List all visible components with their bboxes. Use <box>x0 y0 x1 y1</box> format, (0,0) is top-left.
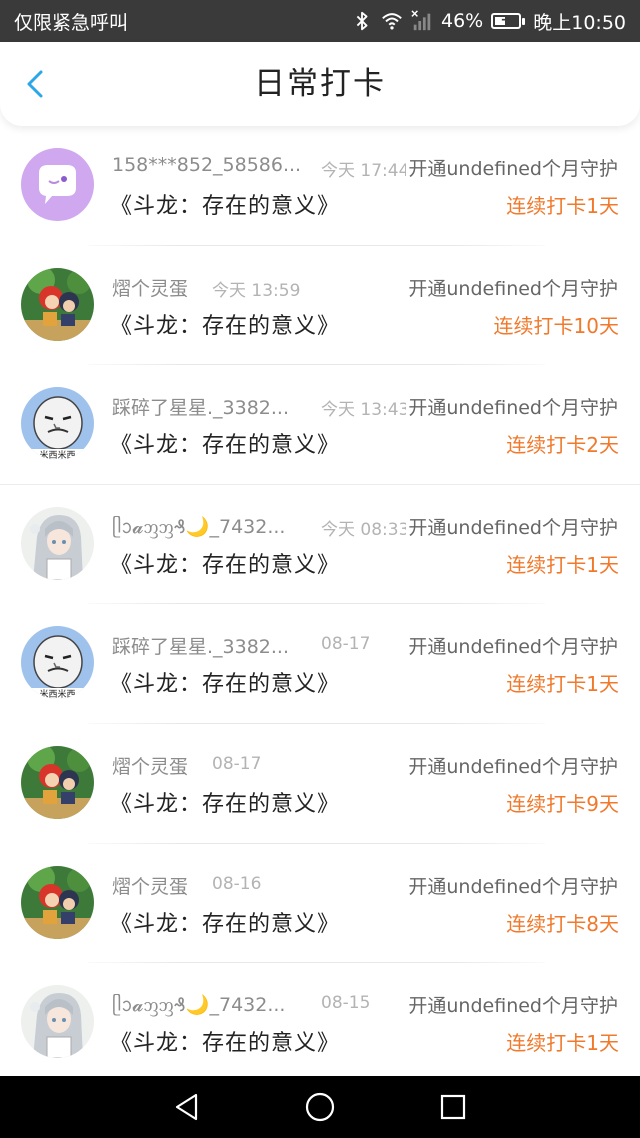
guard-status: 开通undefined个月守护 <box>406 991 618 1019</box>
streak-count: 连续打卡8天 <box>506 911 619 936</box>
home-circle-icon <box>305 1092 335 1122</box>
avatar[interactable] <box>21 267 94 341</box>
list-item[interactable]: 米西米西 踩碎了星星._3382... 08-17 开通undefined个月守… <box>0 604 640 724</box>
checkin-time: 今天 13:59 <box>212 280 300 301</box>
nav-home-button[interactable] <box>300 1087 340 1127</box>
svg-text:米西米西: 米西米西 <box>39 688 75 699</box>
avatar[interactable] <box>21 746 94 819</box>
avatar[interactable]: 米西米西 <box>21 626 94 700</box>
work-title[interactable]: 《斗龙：存在的意义》 <box>110 906 340 938</box>
list-item[interactable]: ᥫᩣ𝓪ᦀᦀ₰🌙_7432... 今天 08:33 开通undefined个月守护… <box>0 485 640 605</box>
streak-count: 连续打卡1天 <box>506 672 619 697</box>
streak-count: 连续打卡10天 <box>493 313 619 338</box>
clock: 晚上10:50 <box>533 11 626 34</box>
avatar[interactable]: 米西米西 <box>21 387 94 461</box>
app-screen: 仅限紧急呼叫 46% + 晚上10:50 日常打卡 158***852_5858… <box>0 0 640 1138</box>
user-name[interactable]: ᥫᩣ𝓪ᦀᦀ₰🌙_7432... <box>112 991 285 1021</box>
checkin-time: 08-17 <box>321 634 371 655</box>
guard-status: 开通undefined个月守护 <box>406 752 618 779</box>
anime-duo-avatar <box>21 865 94 939</box>
work-title[interactable]: 《斗龙：存在的意义》 <box>110 786 340 818</box>
work-title[interactable]: 《斗龙：存在的意义》 <box>110 427 340 459</box>
avatar[interactable] <box>21 985 94 1059</box>
guard-status: 开通undefined个月守护 <box>406 393 618 421</box>
nav-recents-button[interactable] <box>433 1087 473 1127</box>
meme-face-avatar: 米西米西 <box>21 387 94 461</box>
streak-count: 连续打卡1天 <box>506 194 619 218</box>
work-title[interactable]: 《斗龙：存在的意义》 <box>110 547 340 579</box>
work-title[interactable]: 《斗龙：存在的意义》 <box>110 308 340 340</box>
checkin-time: 08-17 <box>212 754 262 774</box>
work-title[interactable]: 《斗龙：存在的意义》 <box>110 1025 340 1057</box>
silver-hair-avatar <box>21 985 94 1059</box>
wifi-icon <box>382 13 402 30</box>
checkin-time: 今天 13:43 <box>321 400 409 421</box>
guard-status: 开通undefined个月守护 <box>406 512 618 540</box>
page-header: 日常打卡 <box>0 42 640 126</box>
avatar[interactable] <box>21 865 94 939</box>
purple-chat-avatar <box>21 148 94 221</box>
user-name[interactable]: ᥫᩣ𝓪ᦀᦀ₰🌙_7432... <box>112 513 285 543</box>
avatar[interactable] <box>21 506 94 580</box>
nav-back-button[interactable] <box>167 1087 207 1127</box>
meme-face-avatar: 米西米西 <box>21 626 94 700</box>
work-title[interactable]: 《斗龙：存在的意义》 <box>110 666 340 698</box>
svg-text:米西米西: 米西米西 <box>39 449 75 460</box>
user-name[interactable]: 熠个灵蛋 <box>112 752 188 779</box>
anime-duo-avatar <box>21 746 94 819</box>
recents-square-icon <box>441 1094 466 1120</box>
avatar[interactable] <box>21 148 94 221</box>
system-nav-bar <box>0 1076 640 1138</box>
guard-status: 开通undefined个月守护 <box>406 273 618 301</box>
streak-count: 连续打卡2天 <box>506 433 619 458</box>
checkin-list[interactable]: 158***852_58586... 今天 17:44 开通undefined个… <box>0 126 640 1076</box>
list-item[interactable]: 熠个灵蛋 08-16 开通undefined个月守护 《斗龙：存在的意义》 连续… <box>0 844 640 964</box>
user-name[interactable]: 熠个灵蛋 <box>112 872 188 899</box>
page-title: 日常打卡 <box>254 66 386 102</box>
guard-status: 开通undefined个月守护 <box>406 632 618 660</box>
back-triangle-icon <box>175 1093 197 1121</box>
bluetooth-icon <box>356 11 368 31</box>
work-title[interactable]: 《斗龙：存在的意义》 <box>110 188 340 220</box>
list-item[interactable]: 熠个灵蛋 今天 13:59 开通undefined个月守护 《斗龙：存在的意义》… <box>0 246 640 366</box>
battery-percent: 46% <box>441 10 484 32</box>
status-bar-right: 46% + 晚上10:50 <box>351 8 626 35</box>
list-item[interactable]: 米西米西 踩碎了星星._3382... 今天 13:43 开通undefined… <box>0 365 640 485</box>
list-item[interactable]: 熠个灵蛋 08-17 开通undefined个月守护 《斗龙：存在的意义》 连续… <box>0 724 640 844</box>
list-item[interactable]: 158***852_58586... 今天 17:44 开通undefined个… <box>0 126 640 246</box>
user-name[interactable]: 踩碎了星星._3382... <box>112 393 289 420</box>
guard-status: 开通undefined个月守护 <box>406 871 618 899</box>
checkin-time: 08-15 <box>321 993 371 1014</box>
user-name[interactable]: 158***852_58586... <box>112 154 301 176</box>
carrier-label: 仅限紧急呼叫 <box>14 11 129 34</box>
no-signal-icon <box>411 10 431 31</box>
checkin-time: 08-16 <box>212 873 262 894</box>
silver-hair-avatar <box>21 506 94 580</box>
guard-status: 开通undefined个月守护 <box>406 154 618 181</box>
anime-duo-avatar <box>21 267 94 341</box>
checkin-time: 今天 08:33 <box>321 519 409 540</box>
battery-icon: + <box>491 12 526 29</box>
user-name[interactable]: 踩碎了星星._3382... <box>112 632 289 659</box>
checkin-time: 今天 17:44 <box>321 161 409 181</box>
streak-count: 连续打卡1天 <box>506 1031 619 1056</box>
user-name[interactable]: 熠个灵蛋 <box>112 274 188 301</box>
list-item[interactable]: ᥫᩣ𝓪ᦀᦀ₰🌙_7432... 08-15 开通undefined个月守护 《斗… <box>0 963 640 1076</box>
streak-count: 连续打卡9天 <box>506 792 619 816</box>
streak-count: 连续打卡1天 <box>506 552 619 577</box>
